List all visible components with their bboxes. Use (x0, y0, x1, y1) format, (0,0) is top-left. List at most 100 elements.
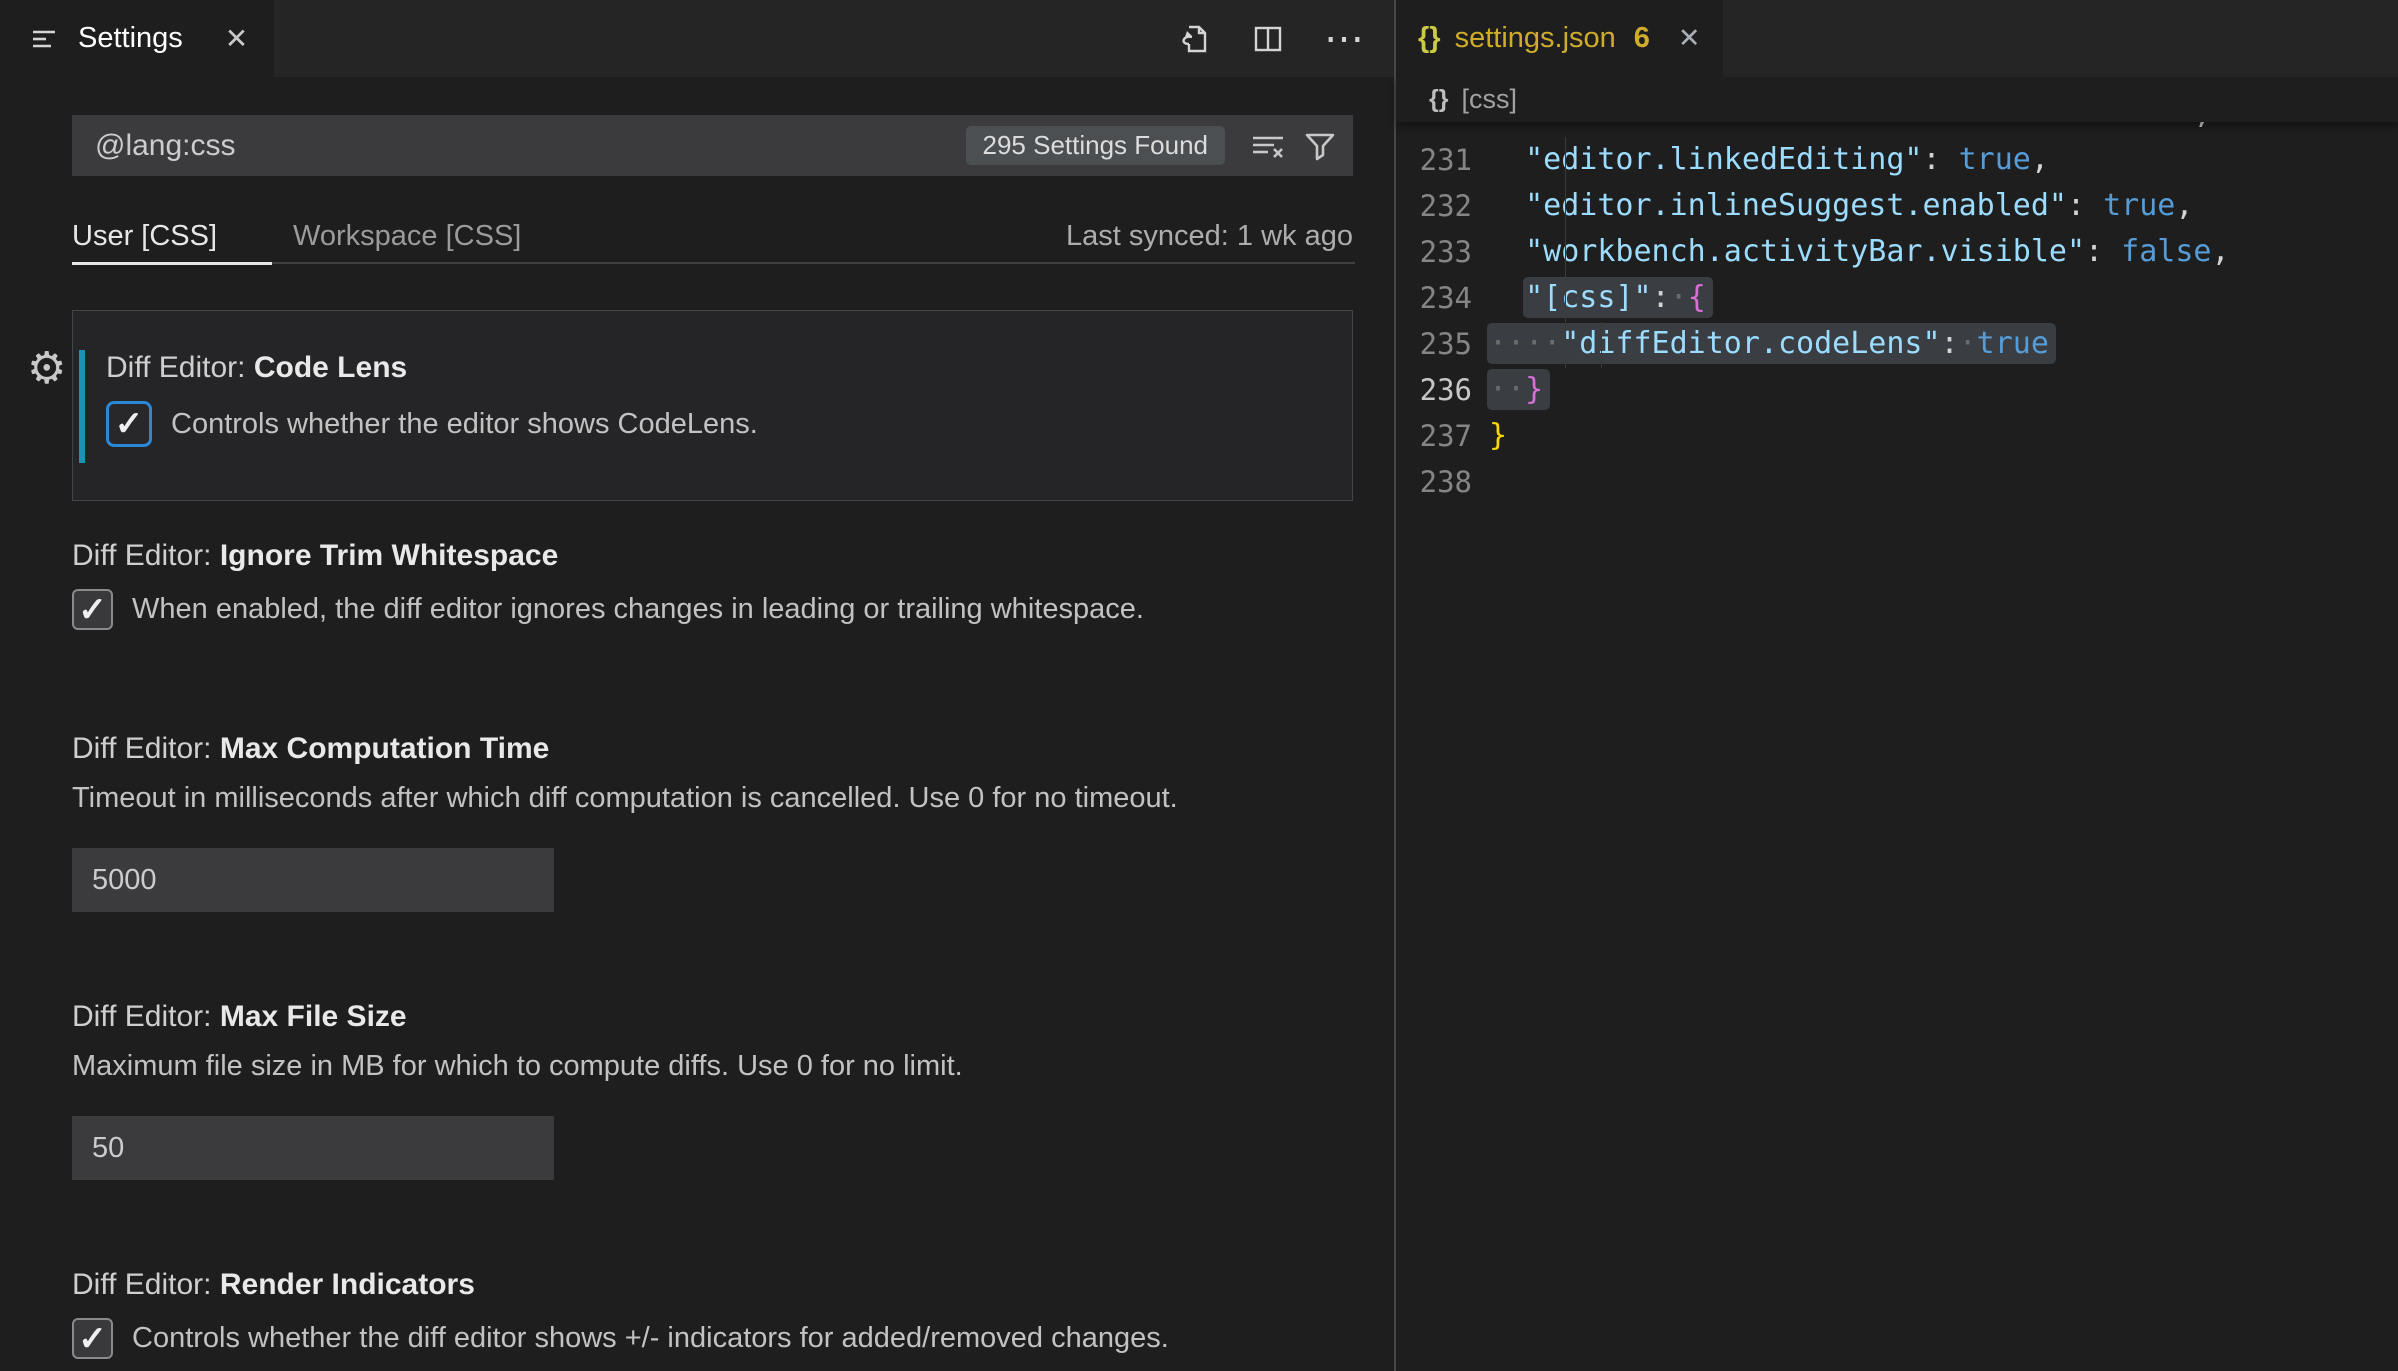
inactive-selection: ····"diffEditor.codeLens":·true (1487, 323, 2056, 364)
setting-row-render-indicators: Diff Editor: Render Indicators ✓ Controls … (72, 1268, 1353, 1359)
token-ws (2085, 188, 2103, 223)
setting-description: Controls whether the diff editor shows +… (132, 1322, 1169, 1355)
code-line-237[interactable]: 237} (1396, 413, 2398, 459)
line-content: "workbench.activityBar.visible": false, (1489, 229, 2398, 275)
line-number: 235 (1396, 321, 1489, 367)
settings-search-value: @lang:css (95, 115, 236, 176)
setting-name: Render Indicators (220, 1268, 475, 1301)
breadcrumb-css-label[interactable]: [css] (1461, 84, 1517, 115)
scope-tab-workspace[interactable]: Workspace [CSS] (293, 220, 521, 253)
setting-name: Code Lens (254, 351, 407, 384)
tab-settings[interactable]: Settings ✕ (0, 0, 274, 77)
token-punct: , (2031, 142, 2049, 177)
token-ws (1489, 122, 2193, 131)
code-line-238[interactable]: 238 (1396, 459, 2398, 505)
settings-count-badge: 295 Settings Found (966, 126, 1226, 165)
setting-description: Timeout in milliseconds after which diff… (72, 782, 1353, 815)
tab-settings-close-icon[interactable]: ✕ (225, 22, 248, 55)
code-line-234[interactable]: 234 "[css]":·{ (1396, 275, 2398, 321)
line-number: 232 (1396, 183, 1489, 229)
token-key: "workbench.activityBar.visible" (1525, 234, 2085, 269)
last-synced-label: Last synced: 1 wk ago (1066, 220, 1353, 253)
token-ws (1489, 142, 1525, 177)
settings-list: ⚙Diff Editor: Code Lens✓Controls whether… (72, 310, 1353, 1359)
breadcrumb[interactable]: {} [css] (1396, 77, 2398, 122)
settings-list-icon (26, 21, 62, 57)
token-dots: ·· (1489, 372, 1525, 407)
token-b2: } (1525, 372, 1543, 407)
breadcrumb-object-icon: {} (1429, 85, 1448, 114)
tab-settings-json-label: settings.json (1455, 22, 1616, 55)
line-content: } (1489, 413, 2398, 459)
line-content: "editor.inlineSuggest.enabled": true, (1489, 183, 2398, 229)
token-punct: : (2085, 234, 2103, 269)
settings-editor-pane: Settings ✕ ⋯ (0, 0, 1394, 1371)
token-dots: · (1670, 280, 1688, 315)
more-actions-icon[interactable]: ⋯ (1324, 21, 1366, 57)
setting-name: Max File Size (220, 1000, 407, 1033)
modified-indicator-bar (79, 350, 85, 463)
code-line-232[interactable]: 232 "editor.inlineSuggest.enabled": true… (1396, 183, 2398, 229)
setting-title-render-indicators: Diff Editor: Render Indicators (72, 1268, 1353, 1302)
checkmark-icon: ✓ (78, 1322, 107, 1356)
token-punct: , (2175, 188, 2193, 223)
setting-description: Maximum file size in MB for which to com… (72, 1050, 1353, 1083)
line-content: "editor.linkedEditing": true, (1489, 137, 2398, 183)
code-line-233[interactable]: 233 "workbench.activityBar.visible": fal… (1396, 229, 2398, 275)
setting-row-ignore-trim-whitespace: Diff Editor: Ignore Trim Whitespace✓When… (72, 539, 1353, 630)
split-editor-icon[interactable] (1250, 21, 1286, 57)
token-key: "[css]" (1525, 280, 1651, 315)
line-content: , (1489, 122, 2398, 137)
open-settings-json-icon[interactable] (1176, 21, 1212, 57)
code-line-236[interactable]: 236··} (1396, 367, 2398, 413)
max-file-size-input[interactable]: 50 (72, 1116, 554, 1180)
token-ws (1489, 280, 1525, 315)
line-number: 234 (1396, 275, 1489, 321)
token-bool: true (1977, 326, 2049, 361)
render-indicators-checkbox[interactable]: ✓ (72, 1318, 113, 1359)
line-number: 231 (1396, 137, 1489, 183)
line-number: 233 (1396, 229, 1489, 275)
checkmark-icon: ✓ (115, 407, 144, 441)
token-punct: : (2067, 188, 2085, 223)
setting-title-max-computation-time: Diff Editor: Max Computation Time (72, 732, 1353, 766)
vscode-window: Settings ✕ ⋯ (0, 0, 2398, 1371)
tab-settings-json-close-icon[interactable]: ✕ (1678, 23, 1701, 54)
setting-category: Diff Editor: (72, 1268, 220, 1301)
filter-icon[interactable] (1301, 127, 1339, 165)
inactive-selection: "[css]":·{ (1523, 277, 1713, 318)
setting-category: Diff Editor: (72, 539, 220, 572)
token-key: "diffEditor.codeLens" (1561, 326, 1940, 361)
json-editor-pane: {} settings.json 6 ✕ {} [css] ,231 "edit… (1394, 0, 2398, 1371)
max-computation-time-input[interactable]: 5000 (72, 848, 554, 912)
setting-name: Ignore Trim Whitespace (220, 539, 558, 572)
token-b2: { (1688, 280, 1706, 315)
code-line-231[interactable]: 231 "editor.linkedEditing": true, (1396, 137, 2398, 183)
code-line-partial[interactable]: , (1396, 122, 2398, 137)
line-content: "[css]":·{ (1489, 275, 2398, 321)
token-dots: ···· (1489, 326, 1561, 361)
setting-row-max-computation-time: Diff Editor: Max Computation Time Timeout… (72, 732, 1353, 912)
settings-search-input[interactable]: @lang:css 295 Settings Found (72, 115, 1353, 176)
clear-filters-icon[interactable] (1249, 127, 1287, 165)
code-editor[interactable]: ,231 "editor.linkedEditing": true,232 "e… (1396, 122, 2398, 1362)
token-bool: true (1959, 142, 2031, 177)
token-key: "editor.linkedEditing" (1525, 142, 1922, 177)
token-punct: , (2211, 234, 2229, 269)
setting-name: Max Computation Time (220, 732, 549, 765)
setting-category: Diff Editor: (72, 732, 220, 765)
code-lens-checkbox[interactable]: ✓ (106, 401, 152, 447)
code-line-235[interactable]: 235····"diffEditor.codeLens":·true (1396, 321, 2398, 367)
setting-title-code-lens: Diff Editor: Code Lens (106, 351, 1352, 385)
checkmark-icon: ✓ (78, 593, 107, 627)
tab-settings-json[interactable]: {} settings.json 6 ✕ (1396, 0, 1723, 77)
line-number: 236 (1396, 367, 1489, 413)
token-ws (1489, 234, 1525, 269)
scope-tab-user[interactable]: User [CSS] (72, 220, 217, 253)
token-b1: } (1489, 418, 1507, 453)
setting-gear-icon[interactable]: ⚙ (27, 347, 66, 391)
line-number (1396, 122, 1489, 137)
ignore-trim-whitespace-checkbox[interactable]: ✓ (72, 589, 113, 630)
settings-body: @lang:css 295 Settings Found (0, 77, 1394, 1359)
settings-scope-tabs: User [CSS] Workspace [CSS] Last synced: … (72, 208, 1353, 264)
